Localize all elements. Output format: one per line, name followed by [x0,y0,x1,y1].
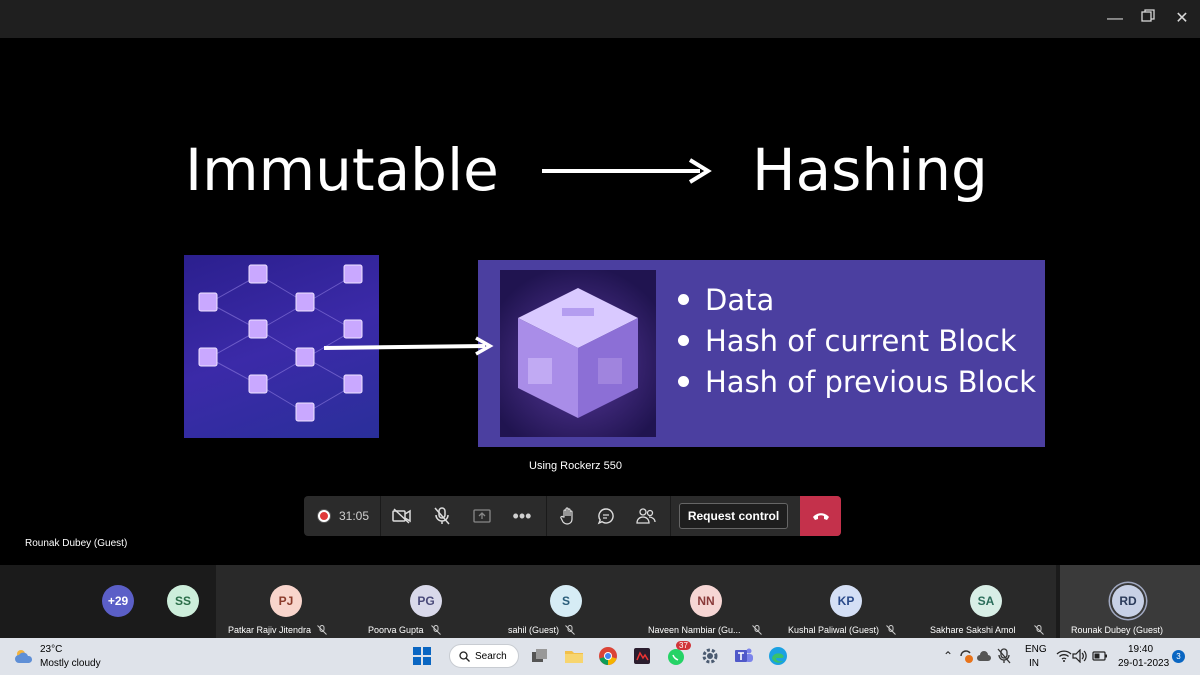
windows-start-icon[interactable] [410,644,434,668]
more-icon[interactable]: ••• [508,496,536,536]
avatar: NN [690,585,722,617]
teams-icon[interactable] [732,644,756,668]
meeting-timer: 31:05 [338,509,370,523]
file-explorer-icon[interactable] [562,644,586,668]
caption-text: Using Rockerz 550 [529,460,622,472]
mic-muted-icon[interactable] [992,644,1016,668]
bullet-item: Hash of previous Block [678,362,1036,403]
mic-off-icon[interactable] [428,496,456,536]
bullet-item: Hash of current Block [678,321,1036,362]
avatar: PG [410,585,442,617]
mic-off-icon [886,625,896,635]
avatar: S [550,585,582,617]
participant-name: Sakhare Sakshi Amol [930,625,1016,635]
participant-name: Patkar Rajiv Jitendra [228,625,312,635]
bullet-item: Data [678,280,1036,321]
weather-description: Mostly cloudy [40,658,101,669]
mic-off-icon [1034,625,1044,635]
whatsapp-badge: 37 [676,641,691,650]
weather-cloud-icon[interactable] [12,644,36,668]
participant-tile[interactable]: NN Naveen Nambiar (Gu... [636,565,776,638]
raise-hand-icon[interactable] [554,496,582,536]
close-icon[interactable]: ✕ [1172,9,1192,29]
participant-name: Rounak Dubey (Guest) [1071,625,1164,635]
block-fields-list: Data Hash of current Block Hash of previ… [678,280,1036,403]
taskbar-search-box[interactable]: Search [449,644,519,668]
participant-tile-self[interactable]: RD Rounak Dubey (Guest) [1060,565,1200,638]
search-icon [459,651,470,662]
participant-tile[interactable]: S sahil (Guest) [496,565,636,638]
notification-badge[interactable]: 3 [1172,650,1185,663]
settings-gear-icon[interactable] [698,644,722,668]
title-arrow-icon [542,158,712,184]
region-indicator[interactable]: IN [1029,658,1039,669]
avatar: KP [830,585,862,617]
task-view-icon[interactable] [528,644,552,668]
avatar: RD [1112,585,1144,617]
avatar: SA [970,585,1002,617]
chat-icon[interactable] [592,496,620,536]
slide-title-right: Hashing [752,136,988,204]
hangup-button[interactable] [800,496,841,536]
participant-name: Naveen Nambiar (Gu... [648,625,741,635]
windows-taskbar: 23°C Mostly cloudy Search 37 ⌃ ENG IN 19… [0,638,1200,675]
clock-time[interactable]: 19:40 [1128,644,1153,655]
participants-strip: +29 SS PJ Patkar Rajiv Jitendra PG Poorv… [0,565,1200,638]
mic-off-icon [317,625,327,635]
app-icon[interactable] [630,644,654,668]
participants-icon[interactable] [632,496,660,536]
meeting-controls-bar: 31:05 ••• Request control [304,496,841,536]
participant-tile[interactable]: PG Poorva Gupta [356,565,496,638]
share-icon[interactable] [468,496,496,536]
network-to-block-arrow-icon [323,336,494,356]
participant-name: Kushal Paliwal (Guest) [788,625,880,635]
camera-off-icon[interactable] [388,496,416,536]
participant-tile[interactable]: KP Kushal Paliwal (Guest) [776,565,916,638]
screen: — ✕ Immutable Hashing Data Hash of curre… [0,0,1200,675]
weather-temperature: 23°C [40,644,63,655]
presenter-name: Rounak Dubey (Guest) [25,538,128,549]
block-info-panel: Data Hash of current Block Hash of previ… [478,260,1045,447]
clock-date[interactable]: 29-01-2023 [1118,658,1169,669]
participant-tile[interactable]: PJ Patkar Rajiv Jitendra [216,565,356,638]
mic-off-icon [752,625,762,635]
mic-off-icon [431,625,441,635]
participant-name: sahil (Guest) [508,625,560,635]
slide-title-left: Immutable [185,136,499,204]
battery-icon[interactable] [1088,644,1112,668]
language-indicator[interactable]: ENG [1025,644,1047,655]
avatar: SS [167,585,199,617]
block-cube-image [500,270,656,437]
minimize-icon[interactable]: — [1105,9,1125,29]
search-label: Search [475,651,507,662]
participant-tile[interactable]: SA Sakhare Sakshi Amol [916,565,1056,638]
edge-icon[interactable] [766,644,790,668]
request-control-button[interactable]: Request control [679,503,788,529]
participant-name: Poorva Gupta [368,625,424,635]
window-titlebar: — ✕ [0,0,1200,38]
shared-slide: Immutable Hashing Data Hash of current B… [0,38,1200,565]
more-participants-button[interactable]: +29 [102,585,134,617]
avatar: PJ [270,585,302,617]
chrome-icon[interactable] [596,644,620,668]
whatsapp-icon[interactable]: 37 [664,641,691,668]
mic-off-icon [565,625,575,635]
restore-icon[interactable] [1138,9,1158,29]
record-icon[interactable] [312,496,336,536]
hangup-icon [812,513,829,520]
